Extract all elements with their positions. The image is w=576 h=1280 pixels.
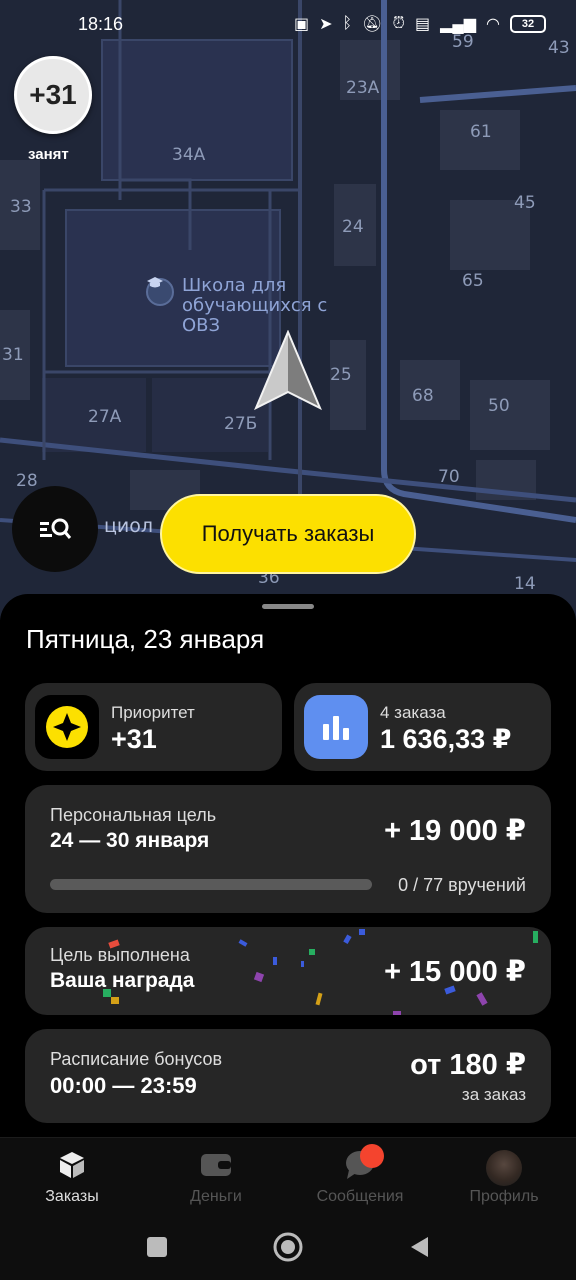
map-label: 27А (88, 407, 122, 427)
bottom-nav: Заказы Деньги Сообщения Профиль (0, 1137, 576, 1213)
home-button[interactable] (272, 1231, 304, 1263)
priority-icon (35, 695, 99, 759)
reward-label: Цель выполнена (50, 945, 190, 965)
mute-icon: 🔕︎ (362, 16, 383, 33)
wallet-icon (200, 1150, 232, 1180)
goal-progress-bar (50, 879, 372, 890)
alarm-icon: ⏰︎ (392, 15, 405, 32)
graduation-cap-icon (146, 277, 174, 306)
schedule-label: Расписание бонусов (50, 1049, 223, 1069)
map-label: 25 (330, 365, 352, 385)
nav-messages[interactable]: Сообщения (288, 1138, 432, 1213)
nav-label: Сообщения (316, 1188, 404, 1205)
map-label: 27Б (224, 414, 258, 434)
map-label: 70 (438, 467, 460, 487)
day-title: Пятница, 23 января (26, 624, 265, 654)
map-label: 24 (342, 217, 364, 237)
map-label: 28 (16, 471, 38, 491)
volte-icon: ▤ (414, 16, 431, 33)
schedule-per-order: за заказ (461, 1085, 526, 1104)
nfc-icon: ▣ (294, 16, 310, 33)
notification-dot (360, 1144, 384, 1168)
status-icons: ▣ ➤ ᛒ 🔕︎ ⏰︎ ▤ ▂▄▆ ◠ 32 (294, 14, 546, 34)
nav-label: Заказы (45, 1188, 99, 1205)
recents-button[interactable] (146, 1236, 168, 1258)
personal-goal-card[interactable]: Персональная цель 24 — 30 января + 19 00… (25, 785, 551, 913)
map-label: 68 (412, 386, 434, 406)
list-search-icon (40, 518, 72, 539)
goal-progress-text: 0 / 77 вручений (398, 875, 526, 895)
map-label: 34А (172, 145, 206, 165)
bar-chart-icon (304, 695, 368, 759)
map-label: 61 (470, 122, 492, 142)
battery-icon: 32 (510, 15, 546, 33)
reward-amount: + 15 000 ₽ (384, 956, 526, 988)
signal-icon: ▂▄▆ (440, 16, 477, 33)
schedule-hours: 00:00 — 23:59 (50, 1073, 197, 1098)
nav-orders[interactable]: Заказы (0, 1138, 144, 1213)
box-icon (56, 1150, 88, 1180)
priority-label: Приоритет (111, 703, 195, 722)
nav-profile[interactable]: Профиль (432, 1138, 576, 1213)
orders-card[interactable]: 4 заказа 1 636,33 ₽ (294, 683, 551, 771)
status-bar: 18:16 ▣ ➤ ᛒ 🔕︎ ⏰︎ ▤ ▂▄▆ ◠ 32 (0, 0, 576, 48)
map-label: 14 (514, 574, 536, 594)
bottom-sheet: Пятница, 23 января Приоритет +31 4 заказ… (0, 594, 576, 1140)
map-label: 65 (462, 271, 484, 291)
system-nav-bar (0, 1213, 576, 1280)
schedule-amount: от 180 ₽ (410, 1049, 526, 1081)
bluetooth-icon: ᛒ (342, 15, 353, 32)
orders-earnings: 1 636,33 ₽ (380, 724, 512, 754)
sheet-handle[interactable] (262, 604, 314, 609)
orders-count: 4 заказа (380, 703, 446, 722)
priority-value: +31 (111, 724, 157, 754)
nav-label: Профиль (469, 1188, 539, 1205)
reward-title: Ваша награда (50, 969, 195, 992)
navigation-arrow-icon (254, 330, 322, 411)
priority-card[interactable]: Приоритет +31 (25, 683, 282, 771)
avatar (486, 1150, 522, 1186)
get-orders-button[interactable]: Получать заказы (160, 494, 416, 574)
poi-name: Школа для обучающихся с ОВЗ (182, 275, 328, 336)
map-label: 50 (488, 396, 510, 416)
back-button[interactable] (408, 1235, 430, 1259)
filter-search-button[interactable] (12, 486, 98, 572)
nav-label: Деньги (190, 1188, 242, 1205)
goal-amount: + 19 000 ₽ (384, 815, 526, 847)
location-icon: ➤ (319, 16, 333, 33)
nav-money[interactable]: Деньги (144, 1138, 288, 1213)
street-label: циол (104, 515, 154, 537)
map-label: 45 (514, 193, 536, 213)
driver-status: занят (28, 146, 69, 163)
wifi-icon: ◠ (486, 16, 500, 33)
goal-range: 24 — 30 января (50, 829, 210, 852)
goal-label: Персональная цель (50, 805, 217, 825)
poi-school[interactable]: Школа для обучающихся с ОВЗ (146, 276, 332, 336)
map-label: 23А (346, 78, 380, 98)
reward-card[interactable]: Цель выполнена Ваша награда + 15 000 ₽ (25, 927, 551, 1015)
map-label: 31 (2, 345, 24, 365)
bonus-schedule-card[interactable]: Расписание бонусов 00:00 — 23:59 от 180 … (25, 1029, 551, 1123)
status-time: 18:16 (78, 13, 124, 34)
priority-badge[interactable]: +31 (14, 56, 92, 134)
map-label: 33 (10, 197, 32, 217)
